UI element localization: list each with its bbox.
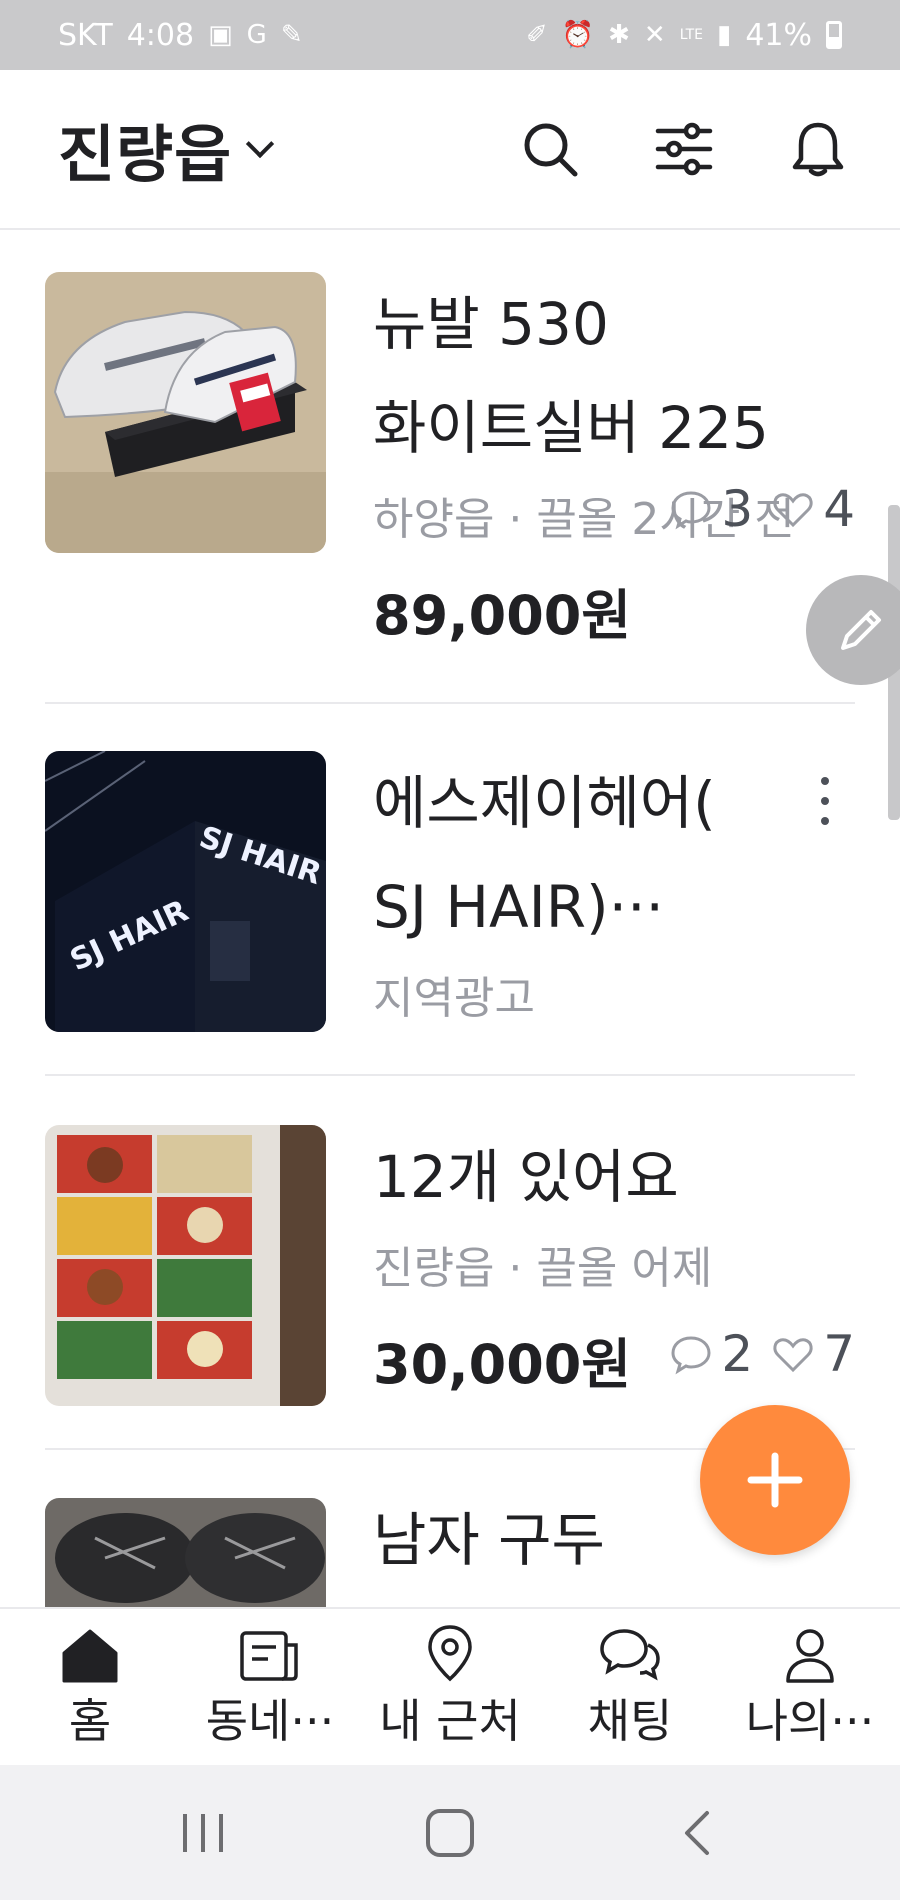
chat-count: 3 <box>721 480 754 538</box>
chevron-down-icon <box>245 129 275 159</box>
nav-chat[interactable]: 채팅 <box>540 1609 720 1765</box>
product-thumbnail <box>45 1498 326 1607</box>
ad-label: 지역광고 <box>373 973 535 1024</box>
product-thumbnail: SJ HAIR SJ HAIR <box>45 751 326 1032</box>
pencil-icon <box>841 610 881 650</box>
chat-count: 2 <box>721 1325 754 1383</box>
home-icon <box>62 1629 118 1683</box>
bell-icon <box>792 122 844 177</box>
nav-home[interactable]: 홈 <box>0 1609 180 1765</box>
battery-percent: 41% <box>745 17 812 53</box>
ad-title-line1: 에스제이헤어( <box>373 769 716 837</box>
kebab-dot <box>821 817 829 825</box>
bottom-navigation: 홈 동네··· 내 근처 채팅 나의··· <box>0 1607 900 1765</box>
back-button[interactable] <box>637 1793 757 1873</box>
home-square-icon <box>425 1808 474 1857</box>
location-selector[interactable]: 진량읍 <box>58 104 275 194</box>
chat-icon <box>600 1629 660 1681</box>
network-label: LTE <box>679 27 703 43</box>
list-item[interactable]: SJ HAIR SJ HAIR 에스제이헤어( SJ HAIR)··· 지역광고 <box>45 751 855 1039</box>
item-title-line2: 화이트실버 225 <box>373 394 769 462</box>
product-thumbnail <box>45 1125 326 1406</box>
chat-bubble-icon <box>669 1332 713 1376</box>
back-chevron-icon <box>684 1810 709 1855</box>
filter-sliders-icon <box>655 122 713 176</box>
like-count: 4 <box>823 480 855 538</box>
nav-my[interactable]: 나의··· <box>720 1609 900 1765</box>
plus-icon <box>747 1452 803 1508</box>
sneakers-image <box>45 272 326 553</box>
search-button[interactable] <box>508 107 592 191</box>
neighborhood-icon <box>240 1631 298 1681</box>
nav-nearby[interactable]: 내 근처 <box>360 1609 540 1765</box>
item-counts: 3 4 <box>669 480 855 538</box>
like-count: 7 <box>823 1325 855 1383</box>
item-meta: 진량읍 · 끌올 어제 <box>373 1243 713 1294</box>
dress-shoes-image <box>45 1498 326 1607</box>
notification-icon: ✎ <box>280 20 303 50</box>
nav-neighborhood[interactable]: 동네··· <box>180 1609 360 1765</box>
location-pin-icon <box>428 1625 472 1682</box>
battery-icon <box>826 21 842 49</box>
bluetooth-icon: ✱ <box>608 20 630 50</box>
clock: 4:08 <box>126 17 195 53</box>
google-icon: G <box>246 20 267 50</box>
gallery-icon: ▣ <box>208 20 233 50</box>
notifications-button[interactable] <box>776 107 860 191</box>
nav-label-home: 홈 <box>68 1694 112 1748</box>
system-navigation <box>0 1765 900 1900</box>
kebab-dot <box>821 797 829 805</box>
heart-icon <box>771 1332 815 1376</box>
product-thumbnail <box>45 272 326 553</box>
list-item[interactable]: 뉴발 530 화이트실버 225 하양읍 · 끌올 2시간 전 89,000원 … <box>45 272 855 666</box>
carrier-label: SKT <box>58 17 113 53</box>
item-price: 89,000원 <box>373 584 632 647</box>
signal-icon: ▮ <box>717 20 732 50</box>
app-header: 진량읍 <box>0 70 900 230</box>
kebab-dot <box>821 777 829 785</box>
nav-label-nearby: 내 근처 <box>379 1694 521 1748</box>
product-feed[interactable]: 뉴발 530 화이트실버 225 하양읍 · 끌올 2시간 전 89,000원 … <box>0 230 900 1607</box>
search-icon <box>524 123 578 177</box>
recent-apps-icon <box>183 1813 224 1852</box>
divider <box>45 1074 855 1076</box>
item-title: 12개 있어요 <box>373 1143 679 1211</box>
filter-button[interactable] <box>642 107 726 191</box>
home-system-button[interactable] <box>390 1793 510 1873</box>
heart-icon <box>771 487 815 531</box>
ad-title-line2: SJ HAIR)··· <box>373 873 664 941</box>
item-counts: 2 7 <box>669 1325 855 1383</box>
mute-icon: ✕ <box>643 20 666 50</box>
no-disturb-icon: ✐ <box>525 20 548 50</box>
location-name: 진량읍 <box>58 118 233 191</box>
item-title-line1: 뉴발 530 <box>373 290 609 358</box>
nav-label-my: 나의··· <box>745 1694 875 1748</box>
chat-bubble-icon <box>669 487 713 531</box>
add-listing-button[interactable] <box>700 1405 850 1555</box>
storefront-sign-image: SJ HAIR SJ HAIR <box>45 751 326 1032</box>
status-bar: SKT 4:08 ▣ G ✎ ✐ ⏰ ✱ ✕ LTE ▮ 41% <box>0 0 900 70</box>
alarm-icon: ⏰ <box>561 20 595 50</box>
more-options-button[interactable] <box>810 771 840 831</box>
nav-label-chat: 채팅 <box>587 1694 673 1748</box>
recent-apps-button[interactable] <box>143 1793 263 1873</box>
person-icon <box>786 1629 834 1683</box>
nav-label-neighborhood: 동네··· <box>205 1694 335 1748</box>
list-item[interactable]: 12개 있어요 진량읍 · 끌올 어제 30,000원 2 7 <box>45 1125 855 1415</box>
meal-kit-packages-image <box>45 1125 326 1406</box>
divider <box>45 702 855 704</box>
